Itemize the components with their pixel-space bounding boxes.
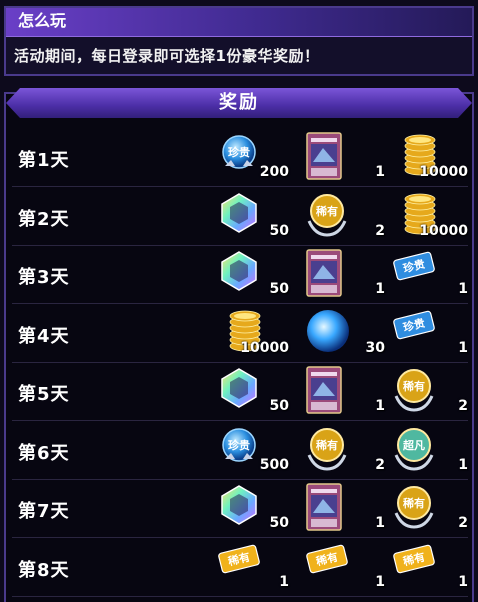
reward-quantity: 50 [269,515,289,531]
reward-item[interactable]: 稀有 2 [305,425,385,475]
svg-text:稀有: 稀有 [316,438,338,452]
reward-quantity: 1 [458,281,468,297]
reward-quantity: 2 [375,456,385,473]
reward-quantity: 2 [458,515,468,531]
reward-quantity: 50 [269,398,289,414]
reward-day-row[interactable]: 第4天 10000 30 珍贵 1 [12,304,468,363]
svg-text:珍贵: 珍贵 [228,438,250,452]
reward-item[interactable]: 稀有 2 [392,483,468,533]
day-label: 第2天 [18,208,70,230]
blue-orb-icon [305,308,351,358]
reward-day-row[interactable]: 第1天 珍贵 200 1 10000 [12,128,468,187]
card-icon [305,249,343,301]
reward-quantity: 50 [269,281,289,297]
orb-precious-icon: 珍贵 [217,132,261,180]
reward-item[interactable]: 1 [305,483,385,535]
reward-quantity: 1 [375,515,385,531]
reward-item[interactable]: 30 [305,308,385,358]
reward-day-row[interactable]: 第7天 50 1 稀有 2 [12,479,468,538]
ticket-precious-icon: 珍贵 [392,249,436,287]
how-to-play-panel: 怎么玩 活动期间，每日登录即可选择1份豪华奖励！ [4,6,474,76]
reward-day-row[interactable]: 第2天 50 稀有 2 10000 [12,187,468,246]
reward-day-row[interactable]: 第8天 稀有 1 稀有 1 稀有 1 [12,538,468,597]
reward-item[interactable]: 1 [305,249,385,301]
reward-item[interactable]: 50 [217,191,289,241]
ticket-rare-icon: 稀有 [217,542,261,580]
reward-quantity: 1 [375,398,385,414]
reward-item[interactable]: 珍贵 200 [217,132,289,182]
reward-quantity: 2 [375,222,385,239]
ticket-rare-icon: 稀有 [305,542,349,580]
orb-precious-icon: 珍贵 [217,425,261,473]
how-to-play-title: 怎么玩 [6,8,472,37]
reward-item[interactable]: 稀有 2 [305,191,385,241]
svg-text:珍贵: 珍贵 [228,145,250,159]
day-label: 第4天 [18,325,70,347]
reward-quantity: 30 [365,339,385,356]
ticket-rare-icon: 稀有 [392,542,436,580]
reward-item[interactable]: 珍贵 1 [392,308,468,358]
reward-quantity: 10000 [419,222,468,239]
svg-text:稀有: 稀有 [403,379,425,393]
card-icon [305,132,343,184]
gem-icon [217,191,261,239]
reward-item[interactable]: 稀有 1 [305,542,385,592]
svg-text:稀有: 稀有 [403,496,425,510]
reward-item[interactable]: 10000 [392,191,468,241]
day-label: 第7天 [18,501,70,522]
reward-item[interactable]: 50 [217,483,289,533]
reward-quantity: 1 [458,456,468,473]
reward-item[interactable]: 1 [305,132,385,184]
ticket-precious-icon: 珍贵 [392,308,436,346]
day-label: 第6天 [18,442,70,464]
reward-quantity: 1 [375,281,385,297]
day-label: 第8天 [18,559,70,581]
reward-item[interactable]: 50 [217,366,289,416]
card-icon [305,366,343,418]
reward-quantity: 1 [458,339,468,356]
reward-quantity: 1 [375,573,385,590]
reward-quantity: 500 [259,456,289,473]
reward-quantity: 10000 [240,339,289,356]
reward-quantity: 10000 [419,164,468,180]
medal-rare-icon: 稀有 [305,191,349,241]
reward-item[interactable]: 超凡 1 [392,425,468,475]
day-label: 第1天 [18,150,70,171]
reward-item[interactable]: 珍贵 500 [217,425,289,475]
gem-icon [217,366,261,414]
reward-item[interactable]: 10000 [217,308,289,358]
reward-day-row[interactable]: 第5天 50 1 稀有 2 [12,362,468,421]
gem-icon [217,483,261,531]
reward-day-row[interactable]: 第3天 50 1 珍贵 1 [12,245,468,304]
reward-item[interactable]: 珍贵 1 [392,249,468,299]
reward-quantity: 1 [279,573,289,590]
reward-quantity: 1 [375,164,385,180]
medal-rare-icon: 稀有 [305,425,349,475]
medal-rare-icon: 稀有 [392,483,436,533]
how-to-play-description: 活动期间，每日登录即可选择1份豪华奖励！ [14,47,320,65]
reward-item[interactable]: 50 [217,249,289,299]
gem-icon [217,249,261,297]
day-label: 第5天 [18,384,70,405]
reward-item[interactable]: 稀有 1 [392,542,468,592]
reward-quantity: 1 [458,573,468,590]
svg-text:稀有: 稀有 [316,204,338,218]
reward-quantity: 50 [269,222,289,239]
reward-day-row[interactable]: 第6天 珍贵 500 稀有 2 超凡 1 [12,421,468,480]
svg-text:超凡: 超凡 [402,438,425,452]
rewards-title: 奖励 [6,88,472,118]
reward-item[interactable]: 稀有 2 [392,366,468,416]
day-label: 第3天 [18,267,70,288]
reward-item[interactable]: 稀有 1 [217,542,289,592]
reward-quantity: 200 [259,164,289,180]
medal-super-icon: 超凡 [392,425,436,475]
reward-item[interactable]: 1 [305,366,385,418]
medal-rare-icon: 稀有 [392,366,436,416]
card-icon [305,483,343,535]
reward-quantity: 2 [458,398,468,414]
reward-item[interactable]: 10000 [392,132,468,182]
